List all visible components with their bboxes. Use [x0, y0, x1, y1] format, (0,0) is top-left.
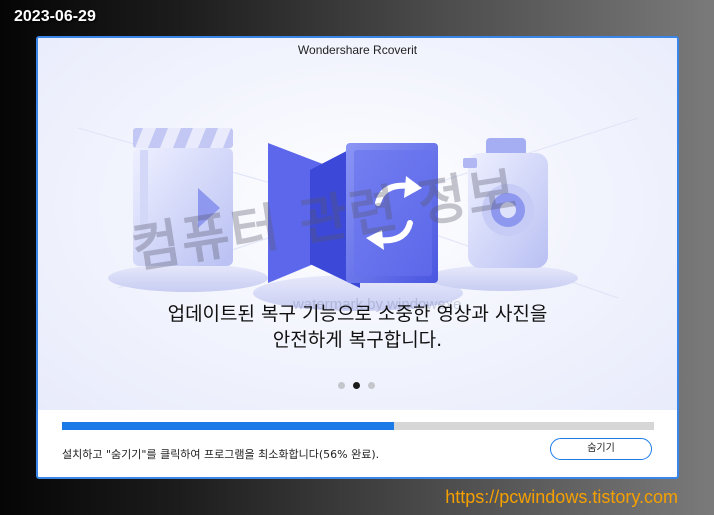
hide-button[interactable]: 숨기기: [550, 438, 652, 460]
promo-banner: Wondershare Rcoverit 컴퓨터 관련 정보 watermark…: [38, 38, 677, 410]
site-url: https://pcwindows.tistory.com: [445, 487, 678, 507]
headline-line-2: 안전하게 복구합니다.: [272, 329, 443, 351]
install-progress-bar: [62, 422, 654, 430]
feature-headline: 업데이트된 복구 기능으로 소중한 영상과 사진을 안전하게 복구합니다.: [38, 301, 677, 353]
carousel-dot-1[interactable]: [338, 382, 345, 389]
carousel-dots: [338, 382, 375, 389]
install-progress-fill: [62, 422, 394, 430]
carousel-dot-2[interactable]: [353, 382, 360, 389]
carousel-dot-3[interactable]: [368, 382, 375, 389]
installer-window: Wondershare Rcoverit 컴퓨터 관련 정보 watermark…: [36, 36, 679, 479]
watermark-english-bottom: Watermarked by WindowexeWatermark: [188, 456, 470, 473]
window-title: Wondershare Rcoverit: [297, 43, 418, 57]
headline-line-1: 업데이트된 복구 기능으로 소중한 영상과 사진을: [167, 303, 548, 325]
date-stamp: 2023-06-29: [14, 8, 96, 25]
